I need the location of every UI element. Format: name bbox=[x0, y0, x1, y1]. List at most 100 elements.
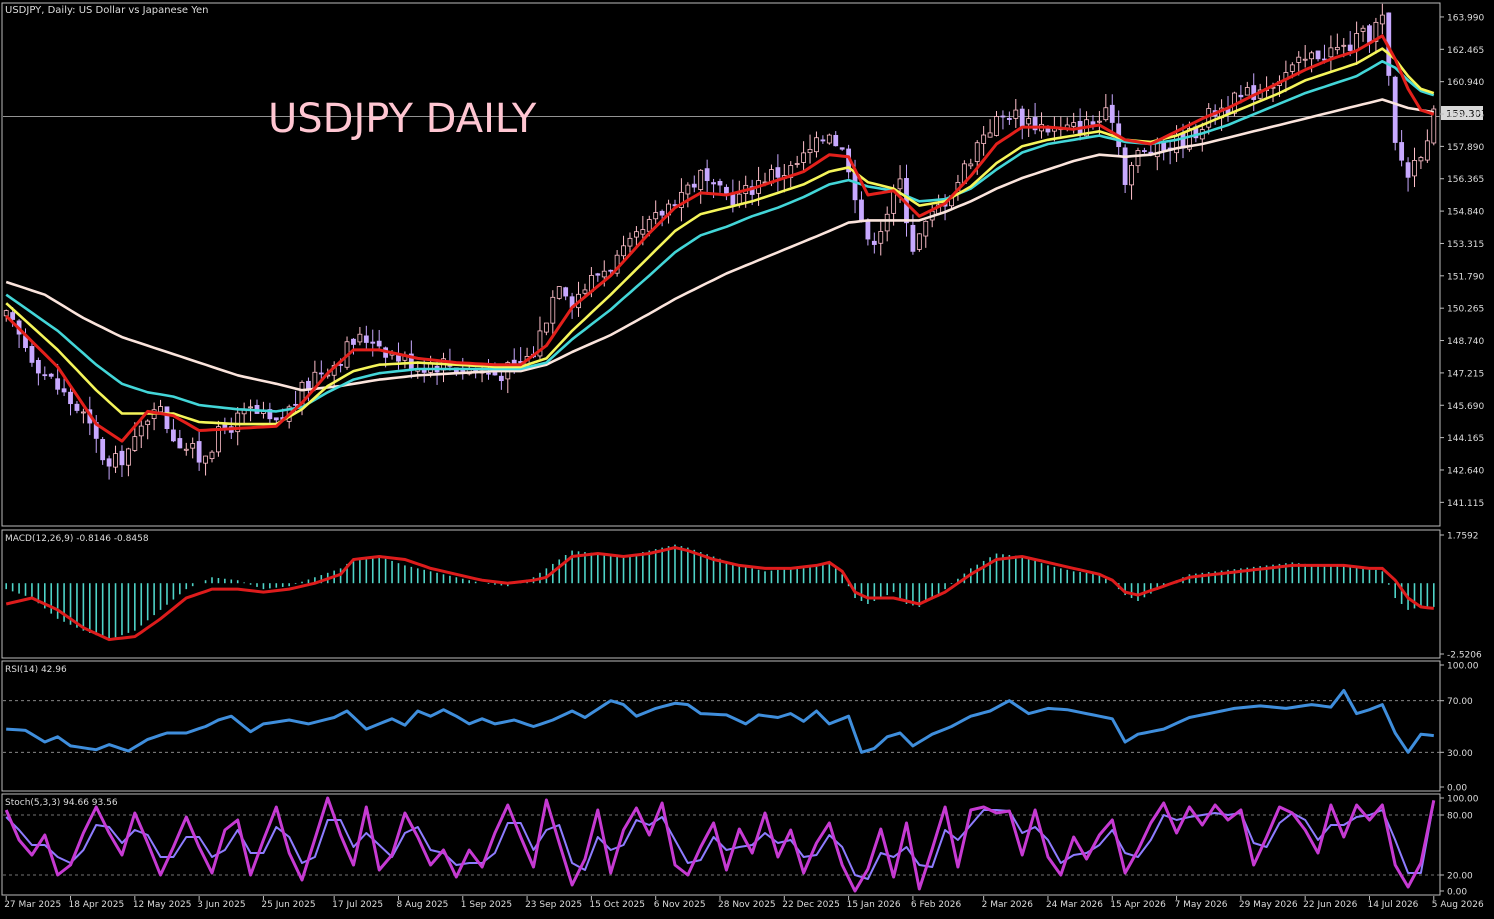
candle-bull bbox=[1026, 118, 1032, 125]
date-axis-label: 14 Jul 2026 bbox=[1367, 900, 1418, 910]
candle-bear bbox=[363, 335, 369, 343]
candle-bear bbox=[1392, 76, 1398, 143]
candle-bear bbox=[775, 167, 781, 178]
candle-bear bbox=[717, 181, 723, 186]
candle-bear bbox=[1367, 25, 1372, 43]
candle-bear bbox=[119, 450, 125, 466]
price-axis-label: 154.840 bbox=[1447, 208, 1484, 218]
candle-bull bbox=[209, 451, 215, 460]
candle-bull bbox=[1418, 157, 1424, 162]
candle-bull bbox=[1289, 64, 1295, 72]
candle-bear bbox=[196, 441, 202, 463]
candle-bear bbox=[839, 147, 845, 150]
macd-axis-label: 1.7592 bbox=[1447, 532, 1479, 542]
candle-bear bbox=[724, 186, 729, 195]
trading-chart[interactable]: USDJPY, Daily: US Dollar vs Japanese Yen… bbox=[0, 0, 1494, 915]
date-axis-label: 6 Nov 2025 bbox=[654, 900, 706, 910]
candle-bear bbox=[595, 273, 601, 276]
candle-bull bbox=[627, 237, 633, 247]
date-axis-label: 12 May 2025 bbox=[133, 900, 192, 910]
candle-bear bbox=[164, 406, 170, 430]
candle-bull bbox=[1360, 27, 1366, 32]
date-axis-label: 23 Sep 2025 bbox=[525, 900, 582, 910]
candle-bull bbox=[248, 406, 253, 409]
candle-bear bbox=[1000, 115, 1006, 118]
candle-bull bbox=[80, 411, 86, 414]
date-axis-label: 28 Nov 2025 bbox=[718, 900, 776, 910]
date-axis-label: 15 Jan 2026 bbox=[847, 900, 901, 910]
candle-bear bbox=[1315, 50, 1321, 60]
price-axis-label: 142.640 bbox=[1447, 466, 1484, 476]
candle-bear bbox=[910, 224, 916, 252]
stoch-title: Stoch(5,3,3) 94.66 93.56 bbox=[5, 798, 118, 808]
candle-bull bbox=[1174, 134, 1179, 154]
date-axis-label: 22 Dec 2025 bbox=[782, 900, 840, 910]
candle-bull bbox=[113, 453, 118, 468]
date-axis-label: 5 Aug 2026 bbox=[1432, 900, 1484, 910]
date-axis-label: 27 Mar 2025 bbox=[4, 900, 61, 910]
candle-bull bbox=[158, 406, 163, 413]
candle-bear bbox=[859, 199, 864, 222]
macd-axis-label: -2.5206 bbox=[1447, 651, 1482, 661]
candle-bull bbox=[794, 163, 800, 165]
rsi-axis-label: 70.00 bbox=[1447, 697, 1473, 707]
candle-bull bbox=[685, 184, 691, 195]
candle-bear bbox=[1238, 94, 1244, 98]
price-axis-label: 162.465 bbox=[1447, 46, 1484, 56]
candle-bull bbox=[884, 213, 890, 232]
candle-bull bbox=[1135, 150, 1141, 167]
candle-bull bbox=[1103, 107, 1109, 121]
date-axis-label: 3 Jun 2025 bbox=[197, 900, 245, 910]
stoch-axis-label: 80.00 bbox=[1447, 812, 1473, 822]
candle-bull bbox=[1412, 160, 1417, 177]
candle-bull bbox=[1309, 52, 1315, 60]
candle-bull bbox=[543, 322, 549, 333]
date-axis-label: 8 Aug 2025 bbox=[396, 900, 448, 910]
candle-bear bbox=[608, 269, 614, 272]
candle-bull bbox=[807, 148, 813, 154]
candle-bear bbox=[74, 403, 80, 411]
candle-bear bbox=[1399, 142, 1405, 161]
date-axis-label: 1 Sep 2025 bbox=[461, 900, 512, 910]
price-axis-label: 148.740 bbox=[1447, 337, 1484, 347]
candle-bear bbox=[370, 341, 376, 344]
rsi-axis-label: 100.00 bbox=[1447, 662, 1479, 672]
candle-bear bbox=[865, 220, 871, 240]
candle-bear bbox=[106, 458, 112, 467]
candle-bear bbox=[318, 372, 324, 375]
candle-bull bbox=[1302, 58, 1308, 61]
date-axis-label: 2 Mar 2026 bbox=[982, 900, 1034, 910]
candle-bull bbox=[923, 220, 929, 237]
candle-bull bbox=[601, 270, 607, 278]
candle-bear bbox=[48, 373, 54, 377]
candle-bull bbox=[653, 212, 659, 220]
candle-bear bbox=[486, 372, 491, 375]
date-axis-label: 15 Apr 2026 bbox=[1110, 900, 1166, 910]
candle-bear bbox=[351, 338, 356, 345]
overlay-title: USDJPY DAILY bbox=[268, 96, 537, 142]
candle-bull bbox=[878, 231, 884, 244]
date-axis-label: 15 Oct 2025 bbox=[589, 900, 645, 910]
candle-bull bbox=[987, 132, 993, 138]
candle-bull bbox=[801, 152, 806, 163]
price-axis-label: 156.365 bbox=[1447, 175, 1484, 185]
price-axis-label: 159.415 bbox=[1447, 111, 1484, 121]
candle-bull bbox=[1296, 56, 1302, 63]
candle-bear bbox=[396, 355, 401, 362]
candle-bear bbox=[563, 287, 569, 297]
candle-bear bbox=[852, 171, 858, 201]
candle-bear bbox=[35, 360, 41, 374]
candle-bear bbox=[1142, 150, 1147, 152]
candle-bear bbox=[871, 240, 877, 245]
candle-bull bbox=[1129, 164, 1134, 186]
candle-bear bbox=[1006, 117, 1012, 120]
symbol-info-label: USDJPY, Daily: US Dollar vs Japanese Yen bbox=[5, 5, 209, 16]
candle-bull bbox=[974, 142, 980, 162]
candle-bull bbox=[125, 448, 131, 466]
price-axis-label: 147.215 bbox=[1447, 369, 1484, 379]
candle-bear bbox=[55, 378, 61, 390]
candle-bear bbox=[820, 139, 826, 142]
candle-bear bbox=[511, 359, 517, 364]
candle-bull bbox=[1096, 120, 1102, 123]
candle-bull bbox=[132, 436, 138, 451]
